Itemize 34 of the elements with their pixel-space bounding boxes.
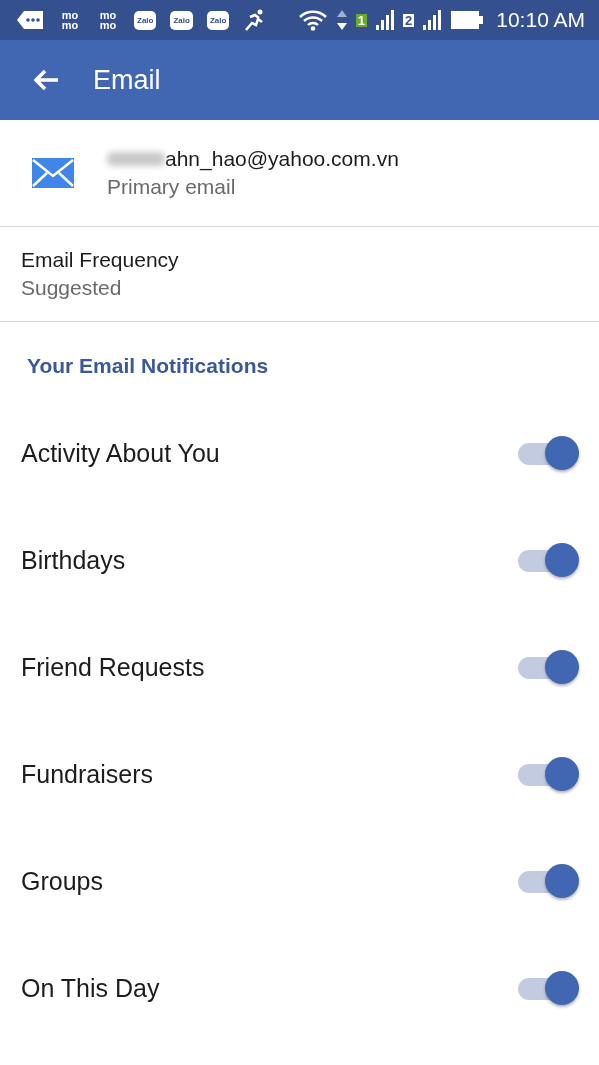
page-title: Email — [93, 64, 161, 96]
sim-number: 1 — [355, 13, 368, 27]
message-icon — [16, 10, 44, 30]
back-arrow-icon[interactable] — [32, 68, 60, 92]
chat-notification-icon: Zalo — [206, 10, 230, 30]
setting-label: Friend Requests — [21, 653, 205, 682]
wifi-icon — [297, 9, 328, 31]
app-notification-icon: mo mo — [58, 10, 82, 30]
chat-notification-icon: Zalo — [170, 10, 193, 30]
app-notification-icon: mo mo — [96, 10, 120, 30]
sim-number: 2 — [403, 13, 415, 27]
section-title: Your Email Notifications — [26, 353, 270, 379]
email-address: ahn_hao@yahoo.com.vn — [165, 147, 399, 171]
email-caption: Primary email — [107, 175, 237, 199]
signal-icon — [422, 9, 443, 31]
envelope-icon — [32, 158, 74, 188]
frequency-value: Suggested — [21, 276, 123, 300]
toggle-thumb[interactable] — [545, 435, 579, 470]
setting-label: Groups — [21, 867, 103, 896]
setting-label: Birthdays — [21, 546, 126, 575]
toggle-thumb[interactable] — [545, 649, 579, 684]
signal-icon — [375, 9, 396, 31]
toggle-thumb[interactable] — [545, 863, 579, 898]
chat-notification-icon: Zalo — [134, 10, 157, 30]
data-arrows-icon — [335, 9, 348, 31]
battery-icon — [450, 10, 485, 30]
status-time: 10:10 AM — [496, 8, 585, 32]
toggle-thumb[interactable] — [545, 542, 579, 577]
setting-label: Fundraisers — [21, 760, 153, 789]
setting-label: On This Day — [21, 974, 160, 1003]
setting-label: Activity About You — [21, 439, 220, 468]
frequency-label: Email Frequency — [21, 248, 180, 272]
toggle-thumb[interactable] — [545, 970, 579, 1005]
toggle-thumb[interactable] — [545, 756, 579, 791]
